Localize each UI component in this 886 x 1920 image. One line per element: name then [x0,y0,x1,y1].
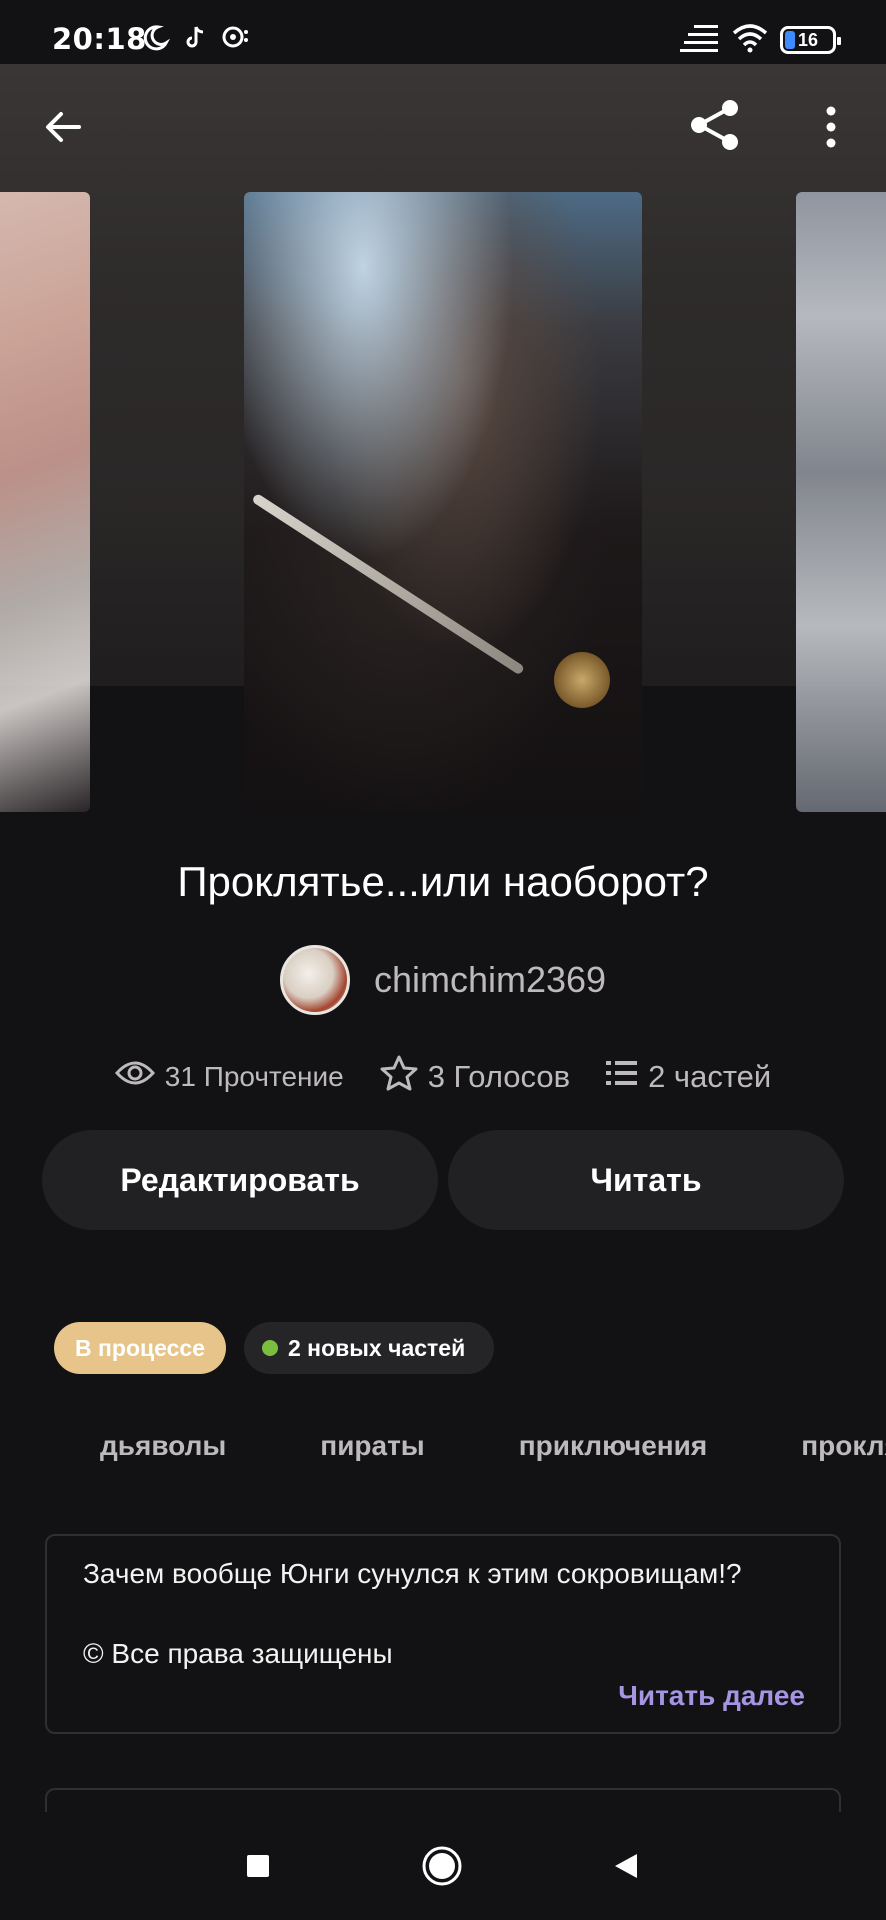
share-button[interactable] [680,92,750,162]
more-vertical-icon [821,105,841,154]
previous-cover[interactable] [0,192,90,812]
back-icon [613,1852,639,1885]
star-icon [380,1055,418,1099]
battery-icon: 16 [780,26,841,54]
status-left-icons [140,22,250,58]
home-icon [420,1844,464,1893]
tag-item[interactable]: проклятье [801,1430,886,1462]
cover-sword-detail [251,492,526,676]
back-button[interactable] [28,94,98,164]
votes-stat: 3 Голосов [380,1055,570,1099]
back-arrow-icon [41,105,85,154]
list-icon [606,1059,638,1095]
system-nav-bar [0,1812,886,1920]
tag-list: дьяволы пираты приключения проклятье [100,1420,886,1472]
story-cover[interactable] [244,192,642,812]
share-icon [686,96,744,159]
stats-row: 31 Прочтение 3 Голосов 2 частей [0,1052,886,1102]
reads-stat: 31 Прочтение [114,1059,344,1095]
chat-bubble-icon [220,24,250,57]
battery-level: 16 [797,29,819,50]
status-time: 20:18 [52,22,147,56]
eye-icon [114,1059,155,1095]
description-card: Зачем вообще Юнги сунулся к этим сокрови… [45,1534,841,1734]
moon-icon [140,23,171,58]
read-button[interactable]: Читать [448,1130,844,1230]
new-parts-badge: 2 новых частей [244,1322,494,1374]
story-details-screen: 20:18 16 Проклятье...или наоборот? chimc… [0,0,886,1920]
new-dot-icon [262,1340,278,1356]
signal-icon [680,23,720,58]
tag-item[interactable]: дьяволы [100,1430,226,1462]
wifi-icon [732,23,768,58]
nav-back-button[interactable] [596,1838,656,1898]
parts-count: 2 частей [648,1059,772,1094]
recent-apps-icon [245,1853,271,1884]
description-text: Зачем вообще Юнги сунулся к этим сокрови… [83,1558,742,1589]
copyright-text: © Все права защищены [83,1638,393,1669]
tag-item[interactable]: пираты [320,1430,424,1462]
next-cover[interactable] [796,192,886,812]
new-parts-label: 2 новых частей [288,1334,466,1361]
votes-count: 3 Голосов [427,1059,571,1094]
story-title: Проклятье...или наоборот? [177,858,709,905]
author-row[interactable]: chimchim2369 [0,944,886,1016]
reads-count: 31 Прочтение [164,1061,344,1092]
battery-fill [785,31,795,49]
status-badge: В процессе [54,1322,226,1374]
parts-stat: 2 частей [606,1059,771,1095]
read-more-link[interactable]: Читать далее [618,1680,805,1712]
battery-tip [837,37,841,45]
avatar[interactable] [279,945,350,1015]
recent-apps-button[interactable] [228,1838,288,1898]
tag-item[interactable]: приключения [519,1430,708,1462]
author-name[interactable]: chimchim2369 [374,959,606,1001]
tiktok-icon [184,24,206,57]
home-button[interactable] [412,1838,472,1898]
more-button[interactable] [796,94,866,164]
cover-guard-detail [554,652,610,708]
edit-button[interactable]: Редактировать [42,1130,438,1230]
status-bar: 20:18 16 [0,0,886,64]
status-right-icons: 16 [680,22,841,58]
